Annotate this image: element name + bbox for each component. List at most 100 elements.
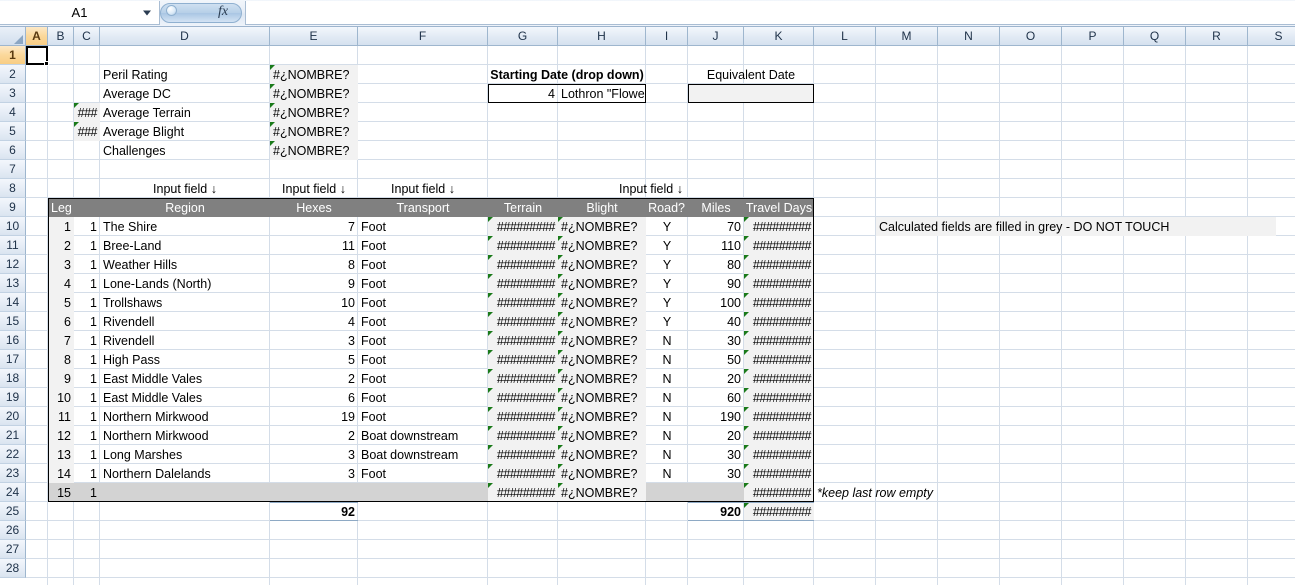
table-row-blight[interactable]: #¿NOMBRE? (558, 369, 646, 388)
row-header-10[interactable]: 10 (0, 217, 26, 236)
table-row-index[interactable]: 1 (74, 369, 100, 388)
row-header-12[interactable]: 12 (0, 255, 26, 274)
table-row-leg[interactable]: 11 (48, 407, 74, 426)
table-row-region[interactable]: East Middle Vales (100, 369, 270, 388)
table-row-terrain[interactable]: ######### (488, 255, 558, 274)
row-header-9[interactable]: 9 (0, 198, 26, 217)
table-row-region[interactable]: Bree-Land (100, 236, 270, 255)
table-row-index[interactable]: 1 (74, 274, 100, 293)
table-row-leg[interactable]: 4 (48, 274, 74, 293)
table-row-transport[interactable]: Foot (358, 236, 488, 255)
table-row-miles[interactable]: 100 (688, 293, 744, 312)
table-row-miles[interactable]: 110 (688, 236, 744, 255)
table-row-blight[interactable]: #¿NOMBRE? (558, 483, 646, 502)
column-header-k[interactable]: K (744, 27, 814, 46)
table-row-days[interactable]: ######### (744, 426, 814, 445)
column-header-n[interactable]: N (938, 27, 1000, 46)
column-header-r[interactable]: R (1186, 27, 1248, 46)
table-row-days[interactable]: ######### (744, 350, 814, 369)
column-header-b[interactable]: B (48, 27, 74, 46)
table-row-region[interactable]: Rivendell (100, 331, 270, 350)
table-row-hexes[interactable] (270, 483, 358, 502)
table-row-region[interactable]: Rivendell (100, 312, 270, 331)
table-row-leg[interactable]: 6 (48, 312, 74, 331)
chevron-down-icon[interactable] (143, 10, 151, 15)
starting-date-dropdown[interactable]: Lothron "Flowering" (558, 84, 646, 103)
table-row-transport[interactable]: Foot (358, 312, 488, 331)
table-row-leg[interactable]: 12 (48, 426, 74, 445)
column-header-l[interactable]: L (814, 27, 876, 46)
table-row-hexes[interactable]: 6 (270, 388, 358, 407)
table-row-hexes[interactable]: 10 (270, 293, 358, 312)
column-header-j[interactable]: J (688, 27, 744, 46)
table-row-transport[interactable]: Foot (358, 369, 488, 388)
table-row-terrain[interactable]: ######### (488, 293, 558, 312)
column-header-g[interactable]: G (488, 27, 558, 46)
table-row-region[interactable]: Northern Mirkwood (100, 407, 270, 426)
table-row-road[interactable]: Y (646, 217, 688, 236)
table-row-miles[interactable]: 60 (688, 388, 744, 407)
table-row-index[interactable]: 1 (74, 350, 100, 369)
table-row-blight[interactable]: #¿NOMBRE? (558, 407, 646, 426)
column-header-i[interactable]: I (646, 27, 688, 46)
table-row-region[interactable]: Lone-Lands (North) (100, 274, 270, 293)
row-header-13[interactable]: 13 (0, 274, 26, 293)
table-row-days[interactable]: ######### (744, 293, 814, 312)
row-header-28[interactable]: 28 (0, 559, 26, 578)
table-row-miles[interactable]: 30 (688, 331, 744, 350)
row-header-3[interactable]: 3 (0, 84, 26, 103)
table-row-index[interactable]: 1 (74, 331, 100, 350)
row-header-4[interactable]: 4 (0, 103, 26, 122)
table-row-blight[interactable]: #¿NOMBRE? (558, 236, 646, 255)
summary-value-3[interactable]: #¿NOMBRE? (270, 122, 358, 141)
row-header-5[interactable]: 5 (0, 122, 26, 141)
table-row-region[interactable]: Northern Mirkwood (100, 426, 270, 445)
table-row-terrain[interactable]: ######### (488, 331, 558, 350)
table-row-blight[interactable]: #¿NOMBRE? (558, 445, 646, 464)
table-row-region[interactable]: Northern Dalelands (100, 464, 270, 483)
table-row-blight[interactable]: #¿NOMBRE? (558, 217, 646, 236)
table-row-days[interactable]: ######### (744, 312, 814, 331)
table-row-region[interactable]: Weather Hills (100, 255, 270, 274)
column-header-o[interactable]: O (1000, 27, 1062, 46)
table-row-leg[interactable]: 1 (48, 217, 74, 236)
table-row-days[interactable]: ######### (744, 274, 814, 293)
table-row-terrain[interactable]: ######### (488, 426, 558, 445)
table-row-terrain[interactable]: ######### (488, 236, 558, 255)
table-row-miles[interactable] (688, 483, 744, 502)
row-header-17[interactable]: 17 (0, 350, 26, 369)
row-header-20[interactable]: 20 (0, 407, 26, 426)
table-row-days[interactable]: ######### (744, 445, 814, 464)
table-row-days[interactable]: ######### (744, 369, 814, 388)
table-row-days[interactable]: ######### (744, 217, 814, 236)
summary-marker-2[interactable]: ### (74, 103, 100, 122)
table-row-hexes[interactable]: 4 (270, 312, 358, 331)
table-row-transport[interactable]: Boat downstream (358, 426, 488, 445)
row-header-21[interactable]: 21 (0, 426, 26, 445)
table-row-road[interactable]: N (646, 464, 688, 483)
table-row-index[interactable]: 1 (74, 407, 100, 426)
table-row-hexes[interactable]: 2 (270, 426, 358, 445)
table-row-road[interactable]: N (646, 407, 688, 426)
fx-icon[interactable]: fx (218, 4, 228, 20)
table-row-road[interactable]: N (646, 331, 688, 350)
table-row-days[interactable]: ######### (744, 331, 814, 350)
table-row-terrain[interactable]: ######### (488, 407, 558, 426)
row-header-26[interactable]: 26 (0, 521, 26, 540)
table-row-region[interactable]: High Pass (100, 350, 270, 369)
row-header-6[interactable]: 6 (0, 141, 26, 160)
table-row-terrain[interactable]: ######### (488, 483, 558, 502)
table-row-leg[interactable]: 3 (48, 255, 74, 274)
table-row-terrain[interactable]: ######### (488, 217, 558, 236)
select-all-corner[interactable] (0, 27, 26, 46)
row-header-14[interactable]: 14 (0, 293, 26, 312)
table-row-leg[interactable]: 8 (48, 350, 74, 369)
table-row-index[interactable]: 1 (74, 293, 100, 312)
summary-value-0[interactable]: #¿NOMBRE? (270, 65, 358, 84)
table-row-blight[interactable]: #¿NOMBRE? (558, 274, 646, 293)
table-row-road[interactable]: Y (646, 312, 688, 331)
table-row-terrain[interactable]: ######### (488, 350, 558, 369)
row-header-27[interactable]: 27 (0, 540, 26, 559)
table-row-miles[interactable]: 50 (688, 350, 744, 369)
starting-date-number[interactable]: 4 (488, 84, 558, 103)
